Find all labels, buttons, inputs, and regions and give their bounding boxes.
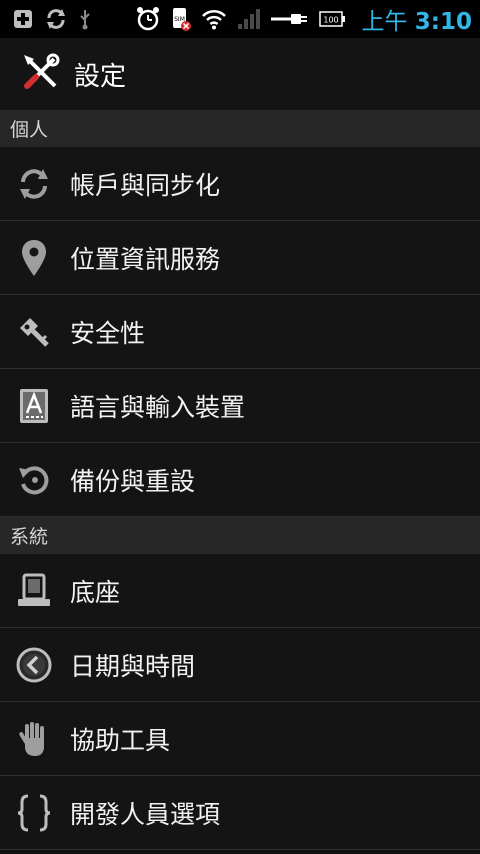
- settings-item-accessibility[interactable]: 協助工具: [0, 702, 480, 776]
- settings-item-date-time[interactable]: 日期與時間: [0, 628, 480, 702]
- settings-item-label: 底座: [70, 577, 121, 607]
- settings-item-label: 語言與輸入裝置: [70, 392, 246, 422]
- keyboard-a-icon: [14, 386, 54, 426]
- settings-item-developer-options[interactable]: 開發人員選項: [0, 776, 480, 850]
- signal-icon: [237, 8, 261, 30]
- hand-icon: [14, 719, 54, 759]
- key-icon: [14, 312, 54, 352]
- alarm-icon: [135, 6, 161, 32]
- clock: 上午 3:10: [361, 2, 472, 36]
- sim-error-icon: SIM: [171, 6, 192, 32]
- location-pin-icon: [14, 238, 54, 278]
- settings-item-dock[interactable]: 底座: [0, 554, 480, 628]
- backup-restore-icon: [14, 460, 54, 500]
- settings-item-label: 備份與重設: [70, 466, 196, 496]
- settings-item-label: 位置資訊服務: [70, 244, 221, 274]
- charging-icon: [271, 12, 309, 26]
- time-value: 3:10: [414, 9, 472, 35]
- settings-item-label: 帳戶與同步化: [70, 170, 221, 200]
- settings-item-label: 日期與時間: [70, 651, 196, 681]
- settings-item-security[interactable]: 安全性: [0, 295, 480, 369]
- plus-icon: [12, 8, 34, 30]
- time-prefix: 上午: [361, 9, 408, 35]
- settings-item-location-services[interactable]: 位置資訊服務: [0, 221, 480, 295]
- battery-icon: 100: [319, 10, 347, 28]
- sync-icon: [44, 7, 68, 31]
- wifi-icon: [201, 8, 227, 30]
- settings-item-label: 安全性: [70, 318, 146, 348]
- settings-item-label: 協助工具: [70, 725, 171, 755]
- settings-item-backup-reset[interactable]: 備份與重設: [0, 443, 480, 517]
- sync-icon: [14, 164, 54, 204]
- clock-icon: [14, 645, 54, 685]
- section-header-personal: 個人: [0, 110, 480, 147]
- braces-icon: [14, 793, 54, 833]
- battery-level: 100: [324, 16, 339, 25]
- settings-item-accounts-sync[interactable]: 帳戶與同步化: [0, 147, 480, 221]
- page-title: 設定: [74, 61, 127, 92]
- settings-item-label: 開發人員選項: [70, 799, 221, 829]
- settings-item-language-input[interactable]: 語言與輸入裝置: [0, 369, 480, 443]
- status-bar: SIM 100 上午 3:10: [0, 0, 480, 38]
- usb-icon: [78, 8, 92, 30]
- section-header-system: 系統: [0, 517, 480, 554]
- action-bar: 設定: [0, 38, 480, 110]
- settings-tools-icon: [22, 53, 60, 95]
- dock-icon: [14, 571, 54, 611]
